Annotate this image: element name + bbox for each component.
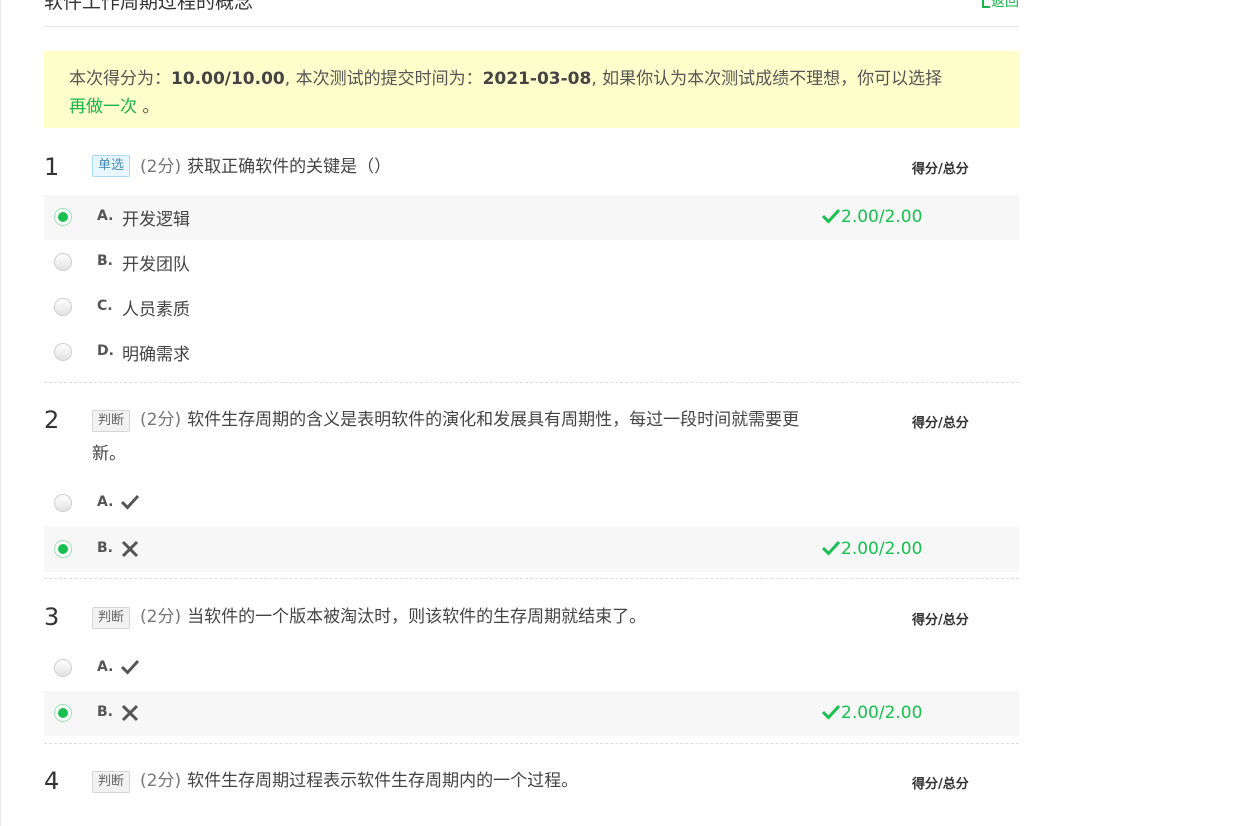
option-text: 明确需求: [122, 345, 190, 365]
score-header: 得分/总分: [912, 416, 969, 431]
submit-date: 2021-03-08: [482, 69, 592, 89]
question-body: 当软件的一个版本被淘汰时，则该软件的生存周期就结束了。: [187, 607, 647, 627]
score-header: 得分/总分: [912, 162, 969, 177]
score-header: 得分/总分: [912, 613, 969, 628]
radio-selected[interactable]: [54, 208, 72, 226]
option-text: 开发团队: [122, 255, 190, 275]
option-1b[interactable]: B. 开发团队: [44, 240, 1019, 285]
radio[interactable]: [54, 253, 72, 271]
check-icon: [821, 208, 841, 224]
redo-prompt: , 如果你认为本次测试成绩不理想，你可以选择: [591, 69, 943, 89]
option-letter: A.: [97, 208, 114, 224]
check-icon: [120, 494, 140, 510]
question-points: (2分): [140, 607, 182, 627]
score-value: 2.00/2.00: [841, 207, 923, 227]
question-body: 软件生存周期的含义是表明软件的演化和发展具有周期性，每过一段时间就需要更新。: [92, 410, 800, 464]
option-score: 2.00/2.00: [821, 703, 923, 723]
option-1c[interactable]: C. 人员素质: [44, 285, 1019, 330]
option-letter: C.: [97, 298, 113, 314]
radio[interactable]: [54, 659, 72, 677]
submit-prefix: , 本次测试的提交时间为：: [284, 69, 483, 89]
check-icon: [821, 704, 841, 720]
radio[interactable]: [54, 494, 72, 512]
option-3a[interactable]: A.: [44, 646, 1019, 691]
question-body: 软件生存周期过程表示软件生存周期内的一个过程。: [187, 771, 579, 791]
option-3b[interactable]: B. 2.00/2.00: [44, 691, 1019, 736]
check-icon: [120, 659, 140, 675]
question-number: 3: [44, 603, 60, 631]
option-score: 2.00/2.00: [821, 207, 923, 227]
question-divider: [44, 743, 1019, 744]
question-text: (2分) 获取正确软件的关键是（）: [92, 150, 827, 184]
score-prefix: 本次得分为：: [69, 69, 171, 89]
option-letter: A.: [97, 659, 114, 675]
radio-selected[interactable]: [54, 540, 72, 558]
left-border: [0, 0, 1, 826]
question-points: (2分): [140, 771, 182, 791]
cross-icon: [121, 704, 139, 722]
back-label: 返回: [991, 0, 1019, 10]
question-text: (2分) 软件生存周期过程表示软件生存周期内的一个过程。: [92, 764, 827, 798]
question-points: (2分): [140, 410, 182, 430]
option-text: 开发逻辑: [122, 210, 190, 230]
question-body: 获取正确软件的关键是（）: [187, 157, 392, 177]
cross-icon: [121, 540, 139, 558]
option-text: 人员素质: [122, 300, 190, 320]
score-value: 2.00/2.00: [841, 539, 923, 559]
score-value: 10.00/10.00: [171, 69, 285, 89]
option-1d[interactable]: D. 明确需求: [44, 330, 1019, 375]
option-letter: B.: [97, 540, 113, 556]
option-1a[interactable]: A. 开发逻辑 2.00/2.00: [44, 195, 1019, 240]
question-number: 2: [44, 406, 60, 434]
radio-selected[interactable]: [54, 704, 72, 722]
option-score: 2.00/2.00: [821, 539, 923, 559]
score-value: 2.00/2.00: [841, 703, 923, 723]
option-letter: D.: [97, 343, 114, 359]
page-title: 软件工作周期过程的概念: [44, 0, 254, 13]
back-link[interactable]: 返回: [982, 0, 1019, 11]
option-letter: B.: [97, 253, 113, 269]
option-letter: A.: [97, 494, 114, 510]
question-divider: [44, 578, 1019, 579]
option-2b[interactable]: B. 2.00/2.00: [44, 527, 1019, 572]
question-text: (2分) 当软件的一个版本被淘汰时，则该软件的生存周期就结束了。: [92, 600, 827, 634]
question-divider: [44, 382, 1019, 383]
option-letter: B.: [97, 704, 113, 720]
question-number: 1: [44, 153, 60, 181]
back-icon: [982, 0, 990, 8]
question-text: (2分) 软件生存周期的含义是表明软件的演化和发展具有周期性，每过一段时间就需要更…: [92, 403, 827, 471]
radio[interactable]: [54, 343, 72, 361]
radio[interactable]: [54, 298, 72, 316]
quiz-result-panel: 软件工作周期过程的概念 返回 本次得分为：10.00/10.00, 本次测试的提…: [44, 0, 1019, 795]
notice-end: 。: [137, 97, 160, 117]
check-icon: [821, 540, 841, 556]
score-notice: 本次得分为：10.00/10.00, 本次测试的提交时间为：2021-03-08…: [44, 51, 1019, 128]
redo-link[interactable]: 再做一次: [69, 97, 137, 117]
score-header: 得分/总分: [912, 777, 969, 792]
option-2a[interactable]: A.: [44, 481, 1019, 526]
question-number: 4: [44, 767, 60, 795]
question-points: (2分): [140, 157, 182, 177]
header-bar: 软件工作周期过程的概念 返回: [44, 0, 1019, 27]
